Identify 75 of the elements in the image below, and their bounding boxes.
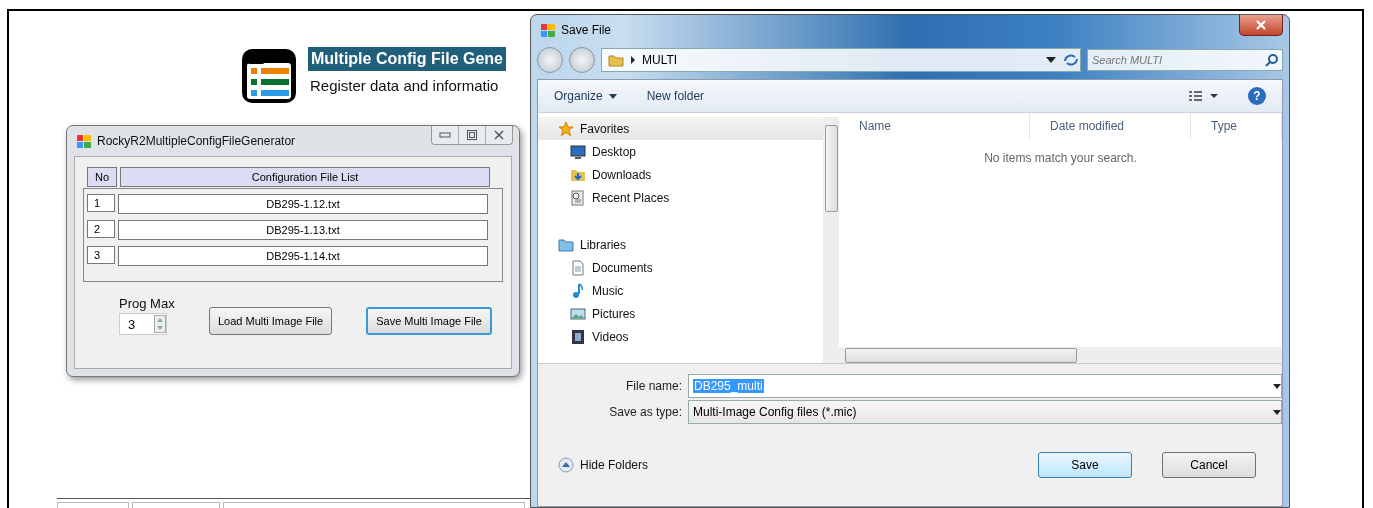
- nav-item[interactable]: Videos: [538, 325, 823, 348]
- nav-item[interactable]: Favorites: [538, 117, 823, 140]
- caret-icon: [1273, 409, 1281, 415]
- column-header[interactable]: Type: [1191, 113, 1282, 139]
- column-header: Configuration File List: [120, 167, 490, 187]
- field-label: File name:: [624, 379, 682, 393]
- monitor-icon: [570, 143, 586, 160]
- file-type-dropdown[interactable]: Multi-Image Config files (*.mic): [688, 400, 1282, 424]
- dropdown-caret-icon: [1046, 57, 1056, 63]
- horizontal-scrollbar[interactable]: [839, 347, 1282, 363]
- collapse-icon: [558, 457, 574, 473]
- table-cell: DB295-1.12.txt: [118, 194, 488, 214]
- search-field[interactable]: Search MULTI: [1087, 49, 1283, 71]
- empty-message: No items match your search.: [983, 151, 1138, 167]
- page-title: Multiple Config File Gene: [308, 47, 506, 71]
- folder-icon: [558, 236, 574, 253]
- back-button[interactable]: [537, 47, 563, 73]
- maximize-icon: [466, 129, 478, 141]
- close-icon: [493, 129, 505, 141]
- page-subtitle: Register data and informatio: [309, 77, 500, 94]
- action-button[interactable]: Load Multi Image File: [209, 307, 333, 335]
- number-spinner[interactable]: 3: [119, 313, 167, 335]
- clock-document-icon: [570, 189, 586, 206]
- table-cell: 1: [87, 194, 115, 212]
- picture-icon: [570, 305, 586, 322]
- breadcrumb-arrow-icon: [630, 56, 636, 64]
- document-icon: [570, 259, 586, 276]
- film-icon: [570, 328, 586, 345]
- column-header[interactable]: Name: [839, 113, 1030, 139]
- nav-item[interactable]: Libraries: [538, 233, 823, 256]
- hide-folders-button[interactable]: Hide Folders: [558, 457, 649, 473]
- caret-icon: [608, 93, 617, 99]
- spinner-value: 3: [128, 316, 136, 332]
- dialog-button[interactable]: Cancel: [1162, 452, 1256, 478]
- table-cell: DB295-1.13.txt: [118, 220, 488, 240]
- column-header[interactable]: Date modified: [1030, 113, 1191, 139]
- address-bar[interactable]: MULTI: [601, 48, 1081, 72]
- vertical-scrollbar[interactable]: [823, 117, 839, 363]
- forward-button[interactable]: [569, 47, 595, 73]
- field-label: Save as type:: [608, 405, 682, 419]
- toolbar-button[interactable]: New folder: [646, 89, 705, 103]
- window-icon: [541, 23, 555, 37]
- help-button[interactable]: ?: [1248, 87, 1266, 105]
- toolbar-button[interactable]: Organize: [554, 89, 617, 103]
- nav-item[interactable]: Documents: [538, 256, 823, 279]
- nav-item[interactable]: Downloads: [538, 163, 823, 186]
- view-options-icon: [1188, 89, 1218, 103]
- minimize-icon: [439, 129, 451, 141]
- window-title: RockyR2MultipleConfigFileGenerator: [97, 134, 297, 148]
- scroll-thumb[interactable]: [824, 125, 838, 212]
- refresh-icon: [1062, 52, 1080, 68]
- nav-item[interactable]: Music: [538, 279, 823, 302]
- close-icon: [1256, 20, 1266, 30]
- nav-item[interactable]: Desktop: [538, 140, 823, 163]
- nav-item[interactable]: Pictures: [538, 302, 823, 325]
- window-icon: [77, 134, 91, 148]
- nav-item[interactable]: Recent Places: [538, 186, 823, 209]
- breadcrumb-text: MULTI: [642, 53, 679, 67]
- search-icon: [1265, 53, 1279, 67]
- caret-icon: [1273, 383, 1281, 389]
- column-header: No: [87, 167, 117, 187]
- dialog-title: Save File: [561, 23, 613, 37]
- scroll-thumb[interactable]: [845, 347, 1077, 363]
- table-cell: 3: [87, 246, 115, 264]
- field-label: Prog Max: [119, 296, 176, 311]
- list-app-icon: [240, 47, 298, 105]
- action-button[interactable]: Save Multi Image File: [366, 307, 492, 335]
- table-cell: 2: [87, 220, 115, 238]
- star-icon: [558, 120, 574, 137]
- table-cell: DB295-1.14.txt: [118, 246, 488, 266]
- folder-icon: [608, 53, 624, 67]
- spinner-arrows-icon: [154, 315, 166, 333]
- dialog-button[interactable]: Save: [1038, 452, 1132, 478]
- music-note-icon: [570, 282, 586, 299]
- close-button[interactable]: [1239, 15, 1283, 36]
